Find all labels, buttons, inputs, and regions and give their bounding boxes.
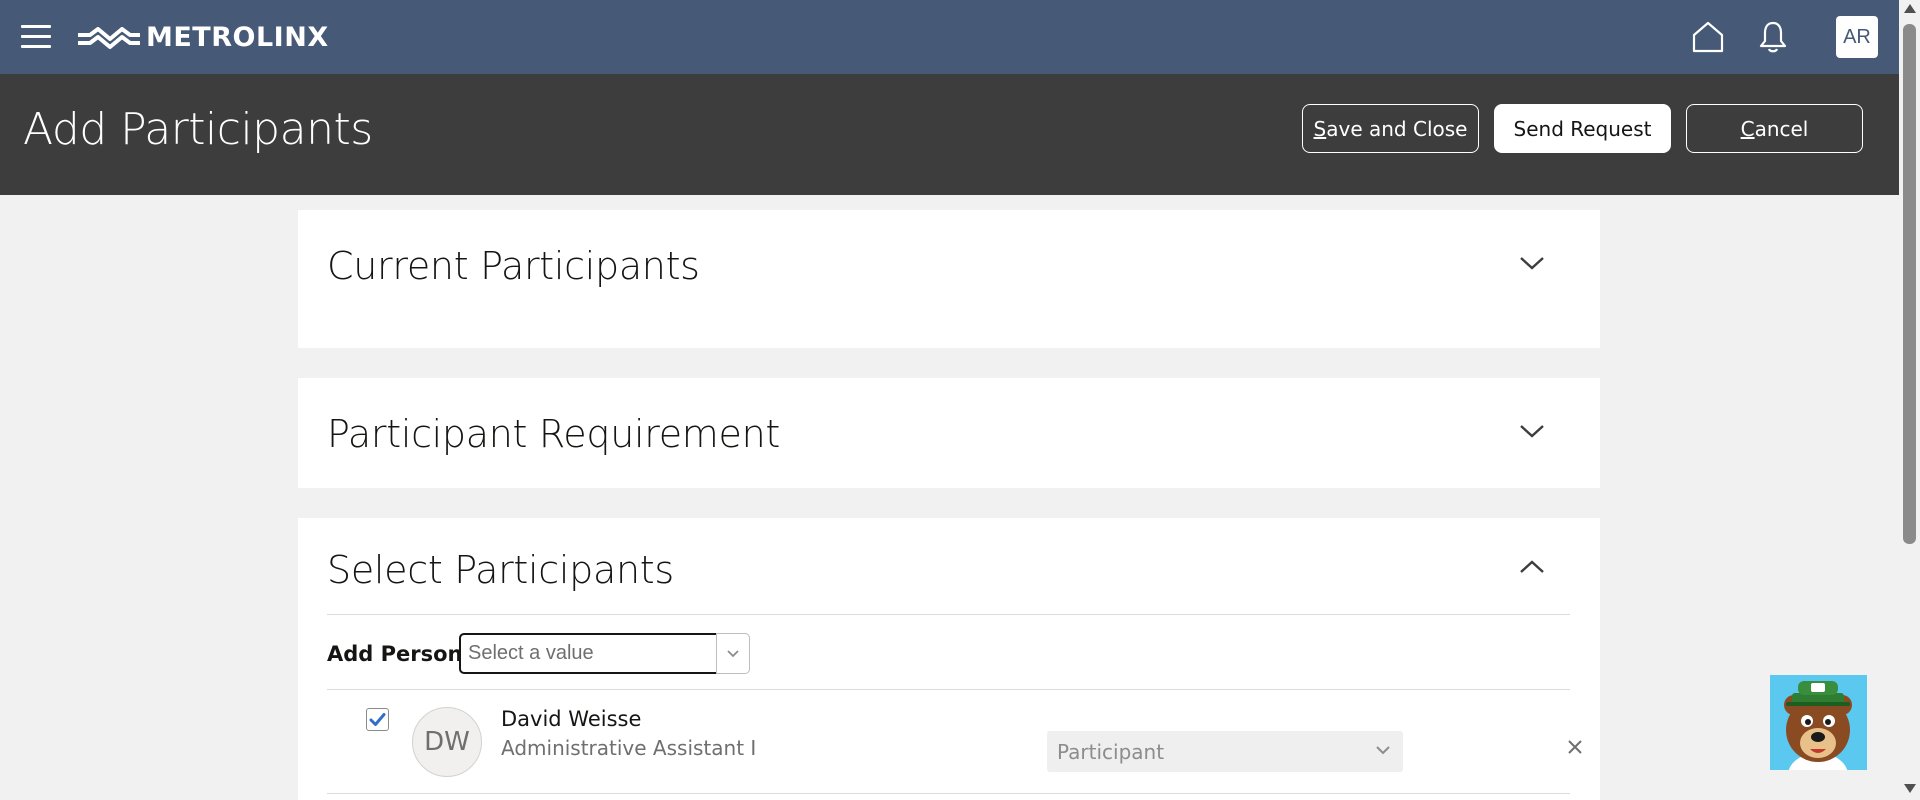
save-and-close-label: ave and Close [1326,116,1468,141]
current-participants-title[interactable]: Current Participants [327,244,700,288]
participant-checkbox[interactable] [366,708,389,731]
participant-row: DW David Weisse Administrative Assistant… [327,690,1582,794]
chevron-down-icon [1376,746,1390,755]
scroll-up-arrow-icon[interactable] [1904,4,1916,13]
chatbot-mascot-button[interactable] [1770,675,1867,770]
home-icon[interactable] [1690,19,1726,55]
add-person-label: Add Person [327,642,463,666]
participant-role-select[interactable]: Participant [1047,731,1403,772]
add-person-combobox[interactable] [459,633,748,674]
add-person-input[interactable] [461,635,746,672]
send-request-button[interactable]: Send Request [1494,104,1671,153]
user-avatar[interactable]: AR [1836,16,1878,58]
close-icon[interactable] [1566,738,1584,756]
save-and-close-hotkey: S [1313,116,1327,141]
scroll-down-arrow-icon[interactable] [1904,784,1916,793]
participant-job-title: Administrative Assistant I [501,736,757,760]
metrolinx-logo[interactable]: METROLINX [76,22,329,53]
chevron-up-icon[interactable] [1518,558,1546,576]
bear-mascot-icon [1784,681,1852,770]
scrollbar-thumb[interactable] [1903,24,1916,544]
page-title: Add Participants [23,104,373,155]
select-participants-title[interactable]: Select Participants [327,548,674,592]
chevron-down-icon [727,649,739,657]
bell-icon[interactable] [1758,20,1788,54]
metrolinx-logo-mark [78,26,140,49]
chevron-down-icon[interactable] [1518,254,1546,272]
participant-name: David Weisse [501,707,642,731]
checkmark-icon [369,713,386,726]
global-header: METROLINX AR [0,0,1899,74]
row-divider [327,793,1570,794]
participant-role-value: Participant [1057,739,1165,764]
participant-requirement-title[interactable]: Participant Requirement [327,412,780,456]
chevron-down-icon[interactable] [1518,422,1546,440]
participant-avatar: DW [412,707,482,777]
add-person-dropdown-button[interactable] [716,633,750,674]
save-and-close-button[interactable]: Save and Close [1302,104,1479,153]
cancel-hotkey: C [1740,116,1755,141]
select-participants-section: Select Participants Add Person DW David … [298,518,1600,800]
hamburger-menu-icon[interactable] [21,25,51,49]
section-divider [327,614,1570,615]
cancel-label: ancel [1754,116,1809,141]
page-header: Add Participants Save and Close Send Req… [0,74,1899,195]
brand-name: METROLINX [146,22,329,53]
current-participants-section: Current Participants [298,210,1600,348]
participant-requirement-section: Participant Requirement [298,378,1600,488]
cancel-button[interactable]: Cancel [1686,104,1863,153]
page-scrollbar[interactable] [1899,0,1920,800]
